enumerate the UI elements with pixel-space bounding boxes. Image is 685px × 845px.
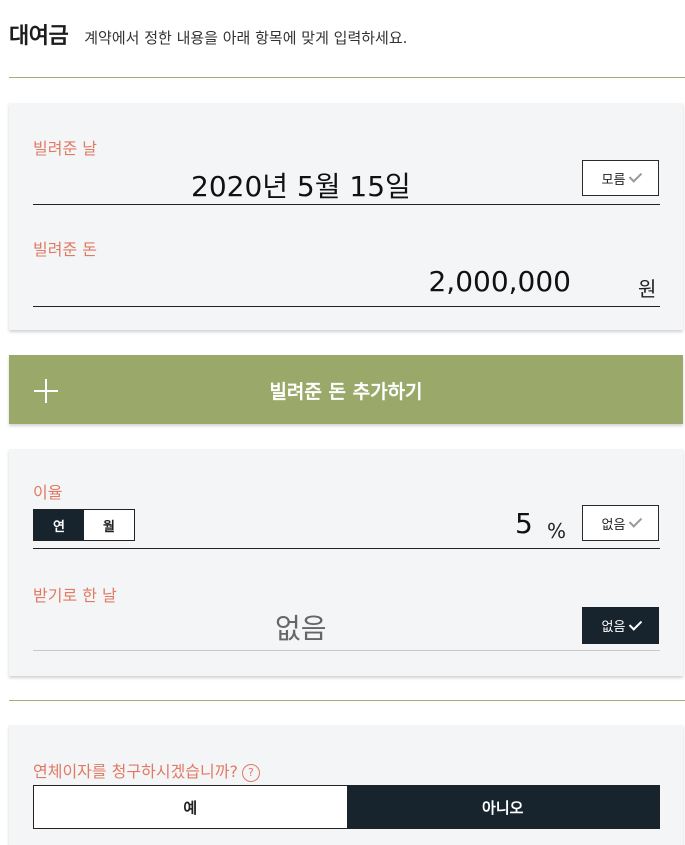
page-subtitle: 계약에서 정한 내용을 아래 항목에 맞게 입력하세요. bbox=[84, 29, 408, 47]
overdue-choice: 예 아니오 bbox=[33, 785, 660, 829]
check-icon bbox=[629, 616, 643, 631]
add-loan-label: 빌려준 돈 추가하기 bbox=[269, 381, 423, 403]
interest-underline bbox=[33, 548, 660, 549]
overdue-yes-button[interactable]: 예 bbox=[34, 786, 347, 828]
loan-amount-label: 빌려준 돈 bbox=[33, 240, 97, 259]
interest-period-toggle: 연 월 bbox=[33, 509, 135, 541]
check-icon bbox=[629, 169, 643, 183]
due-date-field[interactable]: 없음 bbox=[275, 607, 327, 647]
help-icon[interactable]: ? bbox=[241, 763, 260, 782]
loan-card: 빌려준 날 2020년 5월 15일 모름 빌려준 돈 2,000,000 원 bbox=[9, 103, 683, 330]
date-unknown-button[interactable]: 모름 bbox=[582, 160, 659, 196]
due-none-label: 없음 bbox=[601, 620, 626, 635]
page-title: 대여금 bbox=[9, 24, 69, 49]
divider-bottom bbox=[9, 700, 685, 701]
due-none-button[interactable]: 없음 bbox=[582, 607, 659, 644]
interest-none-button[interactable]: 없음 bbox=[582, 505, 659, 541]
interest-none-label: 없음 bbox=[601, 517, 626, 533]
overdue-question: 연체이자를 청구하시겠습니까?? bbox=[33, 758, 260, 782]
interest-label: 이율 bbox=[33, 483, 63, 502]
amount-underline bbox=[33, 306, 660, 307]
interest-card: 이율 연 월 5 % 없음 받기로 한 날 없음 없음 bbox=[9, 449, 683, 676]
add-loan-button[interactable]: 빌려준 돈 추가하기 bbox=[9, 355, 683, 424]
interest-yearly-option[interactable]: 연 bbox=[34, 510, 84, 540]
overdue-no-button[interactable]: 아니오 bbox=[346, 786, 659, 828]
due-underline bbox=[33, 650, 660, 651]
loan-date-label: 빌려준 날 bbox=[33, 139, 97, 158]
interest-monthly-option[interactable]: 월 bbox=[84, 510, 134, 540]
due-date-label: 받기로 한 날 bbox=[33, 586, 117, 605]
interest-rate-field[interactable]: 5 bbox=[515, 507, 533, 540]
divider-top bbox=[9, 77, 685, 78]
page-header: 대여금 계약에서 정한 내용을 아래 항목에 맞게 입력하세요. bbox=[9, 18, 407, 50]
check-icon bbox=[629, 514, 643, 528]
overdue-card: 연체이자를 청구하시겠습니까?? 예 아니오 bbox=[9, 725, 683, 845]
loan-date-field[interactable]: 2020년 5월 15일 bbox=[191, 165, 411, 205]
date-unknown-label: 모름 bbox=[601, 172, 626, 188]
interest-unit: % bbox=[547, 519, 567, 543]
date-underline bbox=[33, 204, 660, 205]
overdue-question-text: 연체이자를 청구하시겠습니까? bbox=[33, 762, 238, 781]
loan-amount-field[interactable]: 2,000,000 bbox=[428, 265, 571, 298]
amount-unit: 원 bbox=[638, 277, 657, 301]
